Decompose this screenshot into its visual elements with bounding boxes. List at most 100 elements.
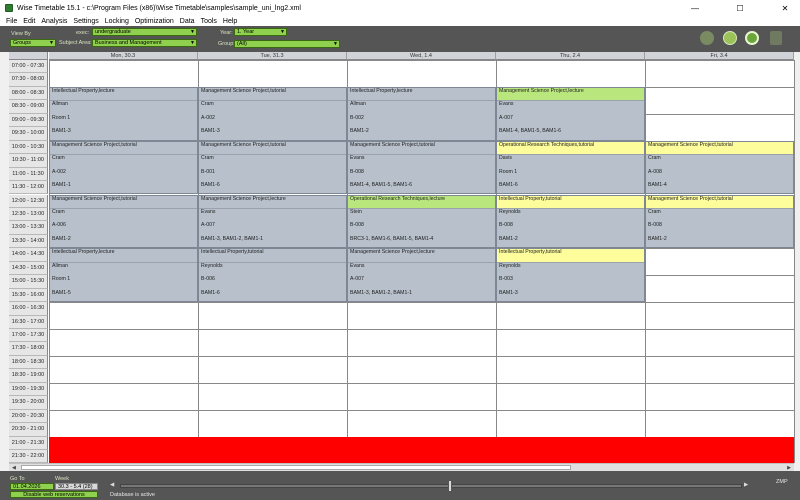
lesson-groups: BAM1-4 (648, 182, 667, 188)
time-slot-label: 12:00 - 12:30 (9, 194, 48, 208)
lesson-title: Operational Research Techniques,lecture (348, 195, 495, 209)
hour-grid-line (49, 409, 794, 411)
minimize-button[interactable]: — (680, 0, 710, 16)
lesson-teacher: Evans (350, 155, 365, 162)
go-to-date-field[interactable]: 01.04.2026 (10, 483, 54, 490)
lesson-block[interactable]: Management Science Project,tutorial Cram A… (645, 140, 794, 195)
time-slot-label: 12:30 - 13:00 (9, 207, 48, 222)
chevron-down-icon: ▼ (333, 41, 338, 47)
time-slot-label: 10:30 - 11:00 (9, 154, 48, 168)
lesson-title: Management Science Project,lecture (497, 87, 644, 102)
lesson-room: B-008 (350, 222, 364, 229)
slider-left-icon[interactable]: ◀ (110, 482, 114, 488)
time-slot-label: 07:00 - 07:30 (9, 60, 48, 74)
lesson-block[interactable]: Management Science Project,tutorial Cram A… (198, 86, 347, 141)
lesson-block[interactable]: Intellectual Property,tutorial Reynolds B-… (496, 194, 645, 249)
lesson-block[interactable]: Management Science Project,tutorial Evans… (347, 140, 496, 195)
menu-locking[interactable]: Locking (105, 18, 129, 25)
view-by-select[interactable]: Groups ▼ (10, 39, 56, 47)
slider-right-icon[interactable]: ▶ (744, 482, 748, 488)
lesson-room: B-008 (499, 222, 513, 229)
lesson-room: B-001 (201, 168, 215, 175)
chevron-down-icon: ▼ (280, 29, 285, 35)
lesson-block[interactable]: Intellectual Property,tutorial Reynolds B-… (198, 248, 347, 303)
lesson-title: Management Science Project,tutorial (199, 142, 346, 156)
day-header-mon[interactable]: Mon, 30.3 (49, 52, 198, 60)
lesson-block[interactable]: Intellectual Property,lecture Allman Room … (49, 248, 198, 303)
blocked-time-row (49, 436, 794, 464)
maximize-button[interactable]: ☐ (725, 0, 755, 16)
lesson-block[interactable]: Intellectual Property,lecture Allman Room … (49, 86, 198, 141)
day-header-tue[interactable]: Tue, 31.3 (198, 52, 347, 60)
lesson-block[interactable]: Management Science Project,lecture Evans A… (496, 86, 645, 141)
lesson-block[interactable]: Intellectual Property,lecture Allman B-002… (347, 86, 496, 141)
menu-analysis[interactable]: Analysis (41, 18, 67, 25)
time-slot-label: 15:30 - 16:00 (9, 288, 48, 303)
day-header-thu[interactable]: Thu, 2.4 (496, 52, 645, 60)
horizontal-scrollbar[interactable]: ◀ ▶ (9, 463, 794, 471)
menu-settings[interactable]: Settings (73, 18, 98, 25)
lesson-room: B-008 (648, 222, 662, 229)
day-grid-line (645, 60, 646, 463)
lesson-teacher: Cram (201, 101, 214, 108)
menu-tools[interactable]: Tools (201, 18, 217, 25)
lesson-title: Management Science Project,tutorial (50, 142, 197, 156)
menu-file[interactable]: File (6, 18, 17, 25)
exec-label: exec: (76, 30, 90, 36)
search-icon[interactable] (745, 31, 759, 45)
title-bar: Wise Timetable 15.1 - c:\Program Files (… (0, 0, 800, 16)
menu-help[interactable]: Help (223, 18, 237, 25)
lesson-block[interactable]: Management Science Project,tutorial Cram A… (49, 194, 198, 249)
disable-web-reservations-button[interactable]: Disable web reservations (10, 491, 98, 498)
lesson-groups: BAM1-6 (499, 182, 518, 188)
day-header-wed[interactable]: Wed, 1.4 (347, 52, 496, 60)
menu-edit[interactable]: Edit (23, 18, 35, 25)
time-slot-label: 09:00 - 09:30 (9, 113, 48, 128)
lesson-room: A-007 (201, 222, 215, 229)
lesson-block[interactable]: Management Science Project,lecture Evans A… (198, 194, 347, 249)
group-label: Group: (218, 41, 235, 47)
lesson-block[interactable]: Operational Research Techniques,tutorial… (496, 140, 645, 195)
lesson-block[interactable]: Operational Research Techniques,lecture S… (347, 194, 496, 249)
year-select[interactable]: 1. Year ▼ (234, 28, 287, 36)
exec-select[interactable]: undergraduate ▼ (92, 28, 197, 36)
hour-grid-line (49, 382, 794, 384)
group-select[interactable]: (All) ▼ (234, 40, 340, 48)
lesson-title: Intellectual Property,tutorial (199, 249, 346, 263)
lesson-room: Room 1 (52, 276, 71, 283)
lesson-groups: BAM1-6 (201, 182, 220, 188)
magic-wand-icon[interactable] (700, 31, 714, 45)
hour-grid-line (49, 329, 794, 330)
day-header-fri[interactable]: Fri, 3.4 (645, 52, 794, 60)
year-label: Year: (220, 30, 233, 36)
lesson-room: A-006 (52, 222, 66, 229)
menu-data[interactable]: Data (180, 18, 195, 25)
lesson-groups: BAM1-4, BAM1-5, BAM1-6 (350, 182, 412, 188)
time-slot-label: 15:00 - 15:30 (9, 275, 48, 289)
subject-area-value: Business and Management (95, 40, 162, 46)
time-slot-label: 16:00 - 16:30 (9, 302, 48, 316)
time-slot-label: 19:00 - 19:30 (9, 382, 48, 397)
time-slot-label: 13:00 - 13:30 (9, 221, 48, 235)
lesson-block[interactable]: Intellectual Property,tutorial Reynolds B-… (496, 248, 645, 303)
lesson-title: Management Science Project,tutorial (50, 196, 197, 209)
lesson-teacher: Reynolds (499, 262, 521, 269)
lesson-block[interactable]: Management Science Project,tutorial Cram B… (198, 140, 347, 195)
exec-value: undergraduate (95, 29, 131, 35)
app-icon (5, 4, 13, 12)
menu-optimization[interactable]: Optimization (135, 18, 174, 25)
week-slider-handle[interactable] (447, 480, 452, 492)
scrollbar-thumb[interactable] (21, 465, 571, 470)
time-slot-label: 21:30 - 22:00 (9, 450, 48, 464)
week-field[interactable]: 30.3 - 5.4 (28) (55, 483, 98, 490)
hour-grid-line (49, 302, 794, 304)
subject-area-select[interactable]: Business and Management ▼ (92, 39, 197, 47)
close-button[interactable]: ✕ (770, 0, 800, 16)
optimize-icon[interactable] (723, 31, 737, 45)
lesson-block[interactable]: Management Science Project,tutorial Cram B… (645, 194, 794, 249)
time-slot-label: 18:30 - 19:00 (9, 369, 48, 383)
lesson-block[interactable]: Management Science Project,lecture Evans A… (347, 248, 496, 303)
lesson-block[interactable]: Management Science Project,tutorial Cram A… (49, 140, 198, 195)
week-slider-track[interactable] (120, 484, 742, 488)
save-icon[interactable] (770, 31, 782, 45)
